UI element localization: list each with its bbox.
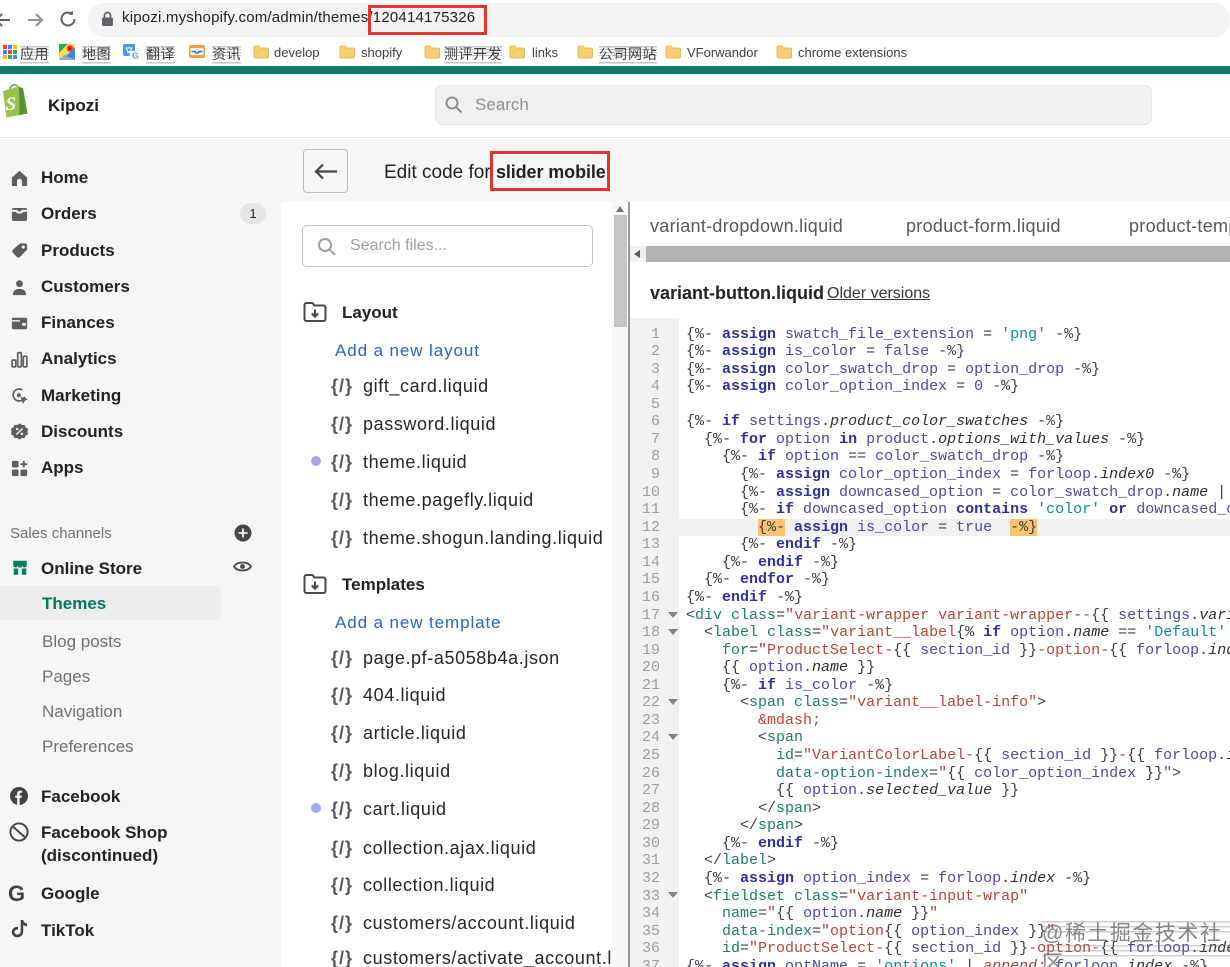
svg-text:G: G [132, 51, 139, 61]
svg-text:S: S [6, 94, 17, 115]
